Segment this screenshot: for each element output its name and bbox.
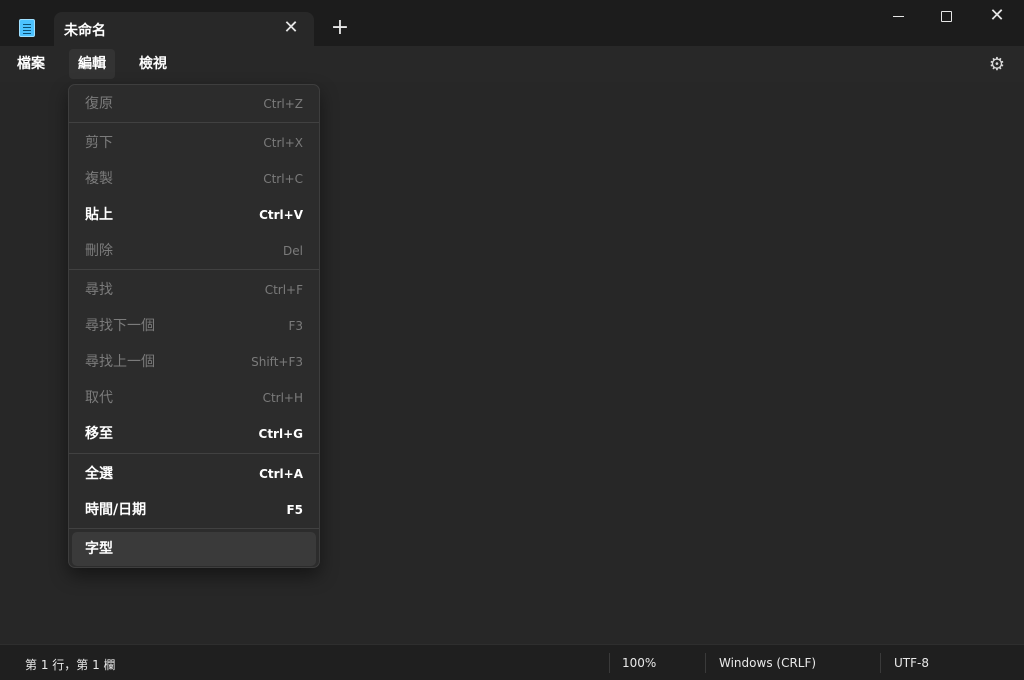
menu-item-shortcut: Ctrl+V <box>259 208 303 222</box>
minimize-window-button[interactable] <box>874 0 924 34</box>
add-tab-icon[interactable]: + <box>328 16 352 40</box>
menu-item-undo[interactable]: 復原 Ctrl+Z <box>72 87 316 121</box>
title-bar: 未命名 ✕ + ✕ <box>0 0 1024 46</box>
cursor-position: 第 1 行，第 1 欄 <box>25 658 116 672</box>
menu-item-shortcut: F3 <box>288 319 303 333</box>
menu-separator <box>69 528 319 529</box>
menu-item-label: 剪下 <box>85 135 113 151</box>
menu-item-font[interactable]: 字型 <box>72 532 316 566</box>
menu-item-label: 尋找上一個 <box>85 354 155 370</box>
menu-item-label: 時間/日期 <box>85 502 147 518</box>
menu-item-shortcut: Shift+F3 <box>251 355 303 369</box>
menu-item-label: 字型 <box>85 541 113 557</box>
menu-item-label: 尋找下一個 <box>85 318 155 334</box>
zoom-level[interactable]: 100% <box>622 656 656 670</box>
edit-menu-dropdown: 復原 Ctrl+Z 剪下 Ctrl+X 複製 Ctrl+C 貼上 Ctrl+V … <box>68 84 320 568</box>
maximize-window-button[interactable] <box>922 0 972 34</box>
menu-item-shortcut: Ctrl+X <box>263 136 303 150</box>
menu-item-paste[interactable]: 貼上 Ctrl+V <box>72 198 316 232</box>
close-window-button[interactable]: ✕ <box>972 0 1022 34</box>
menu-item-select-all[interactable]: 全選 Ctrl+A <box>72 457 316 491</box>
settings-gear-icon[interactable]: ⚙ <box>986 54 1008 76</box>
menu-item-find-next[interactable]: 尋找下一個 F3 <box>72 309 316 343</box>
menu-item-shortcut: Del <box>283 244 303 258</box>
status-divider <box>609 653 610 673</box>
menu-item-shortcut: Ctrl+Z <box>263 97 303 111</box>
menu-item-label: 尋找 <box>85 282 113 298</box>
menu-item-delete[interactable]: 刪除 Del <box>72 234 316 268</box>
edit-menu[interactable]: 編輯 <box>69 49 115 79</box>
document-tab[interactable]: 未命名 ✕ <box>54 12 314 46</box>
menu-item-label: 復原 <box>85 96 113 112</box>
status-divider <box>880 653 881 673</box>
status-bar: 第 1 行，第 1 欄 100% Windows (CRLF) UTF-8 <box>0 644 1024 680</box>
status-divider <box>705 653 706 673</box>
menu-item-shortcut: Ctrl+H <box>262 391 303 405</box>
close-tab-icon[interactable]: ✕ <box>280 17 302 39</box>
menu-item-replace[interactable]: 取代 Ctrl+H <box>72 381 316 415</box>
menu-item-shortcut: Ctrl+F <box>264 283 303 297</box>
menu-item-label: 全選 <box>85 466 113 482</box>
menu-item-shortcut: Ctrl+G <box>258 427 303 441</box>
menu-separator <box>69 269 319 270</box>
view-menu[interactable]: 檢視 <box>130 49 176 79</box>
menu-item-time-date[interactable]: 時間/日期 F5 <box>72 493 316 527</box>
menu-separator <box>69 122 319 123</box>
menu-bar: 檔案 編輯 檢視 ⚙ <box>0 46 1024 82</box>
menu-item-find-previous[interactable]: 尋找上一個 Shift+F3 <box>72 345 316 379</box>
line-ending[interactable]: Windows (CRLF) <box>719 656 816 670</box>
menu-separator <box>69 453 319 454</box>
menu-item-label: 貼上 <box>85 207 113 223</box>
minimize-icon <box>893 16 904 17</box>
menu-item-shortcut: Ctrl+C <box>263 172 303 186</box>
menu-item-shortcut: F5 <box>286 503 303 517</box>
notepad-app-icon <box>19 19 35 37</box>
menu-item-label: 取代 <box>85 390 113 406</box>
file-menu[interactable]: 檔案 <box>8 49 54 79</box>
encoding[interactable]: UTF-8 <box>894 656 929 670</box>
menu-item-label: 移至 <box>85 426 113 442</box>
menu-item-label: 刪除 <box>85 243 113 259</box>
menu-item-go-to[interactable]: 移至 Ctrl+G <box>72 417 316 451</box>
menu-item-copy[interactable]: 複製 Ctrl+C <box>72 162 316 196</box>
menu-item-cut[interactable]: 剪下 Ctrl+X <box>72 126 316 160</box>
menu-item-label: 複製 <box>85 171 113 187</box>
menu-item-shortcut: Ctrl+A <box>259 467 303 481</box>
maximize-icon <box>941 11 952 22</box>
close-icon: ✕ <box>989 5 1005 26</box>
tab-title: 未命名 <box>64 23 106 39</box>
menu-item-find[interactable]: 尋找 Ctrl+F <box>72 273 316 307</box>
